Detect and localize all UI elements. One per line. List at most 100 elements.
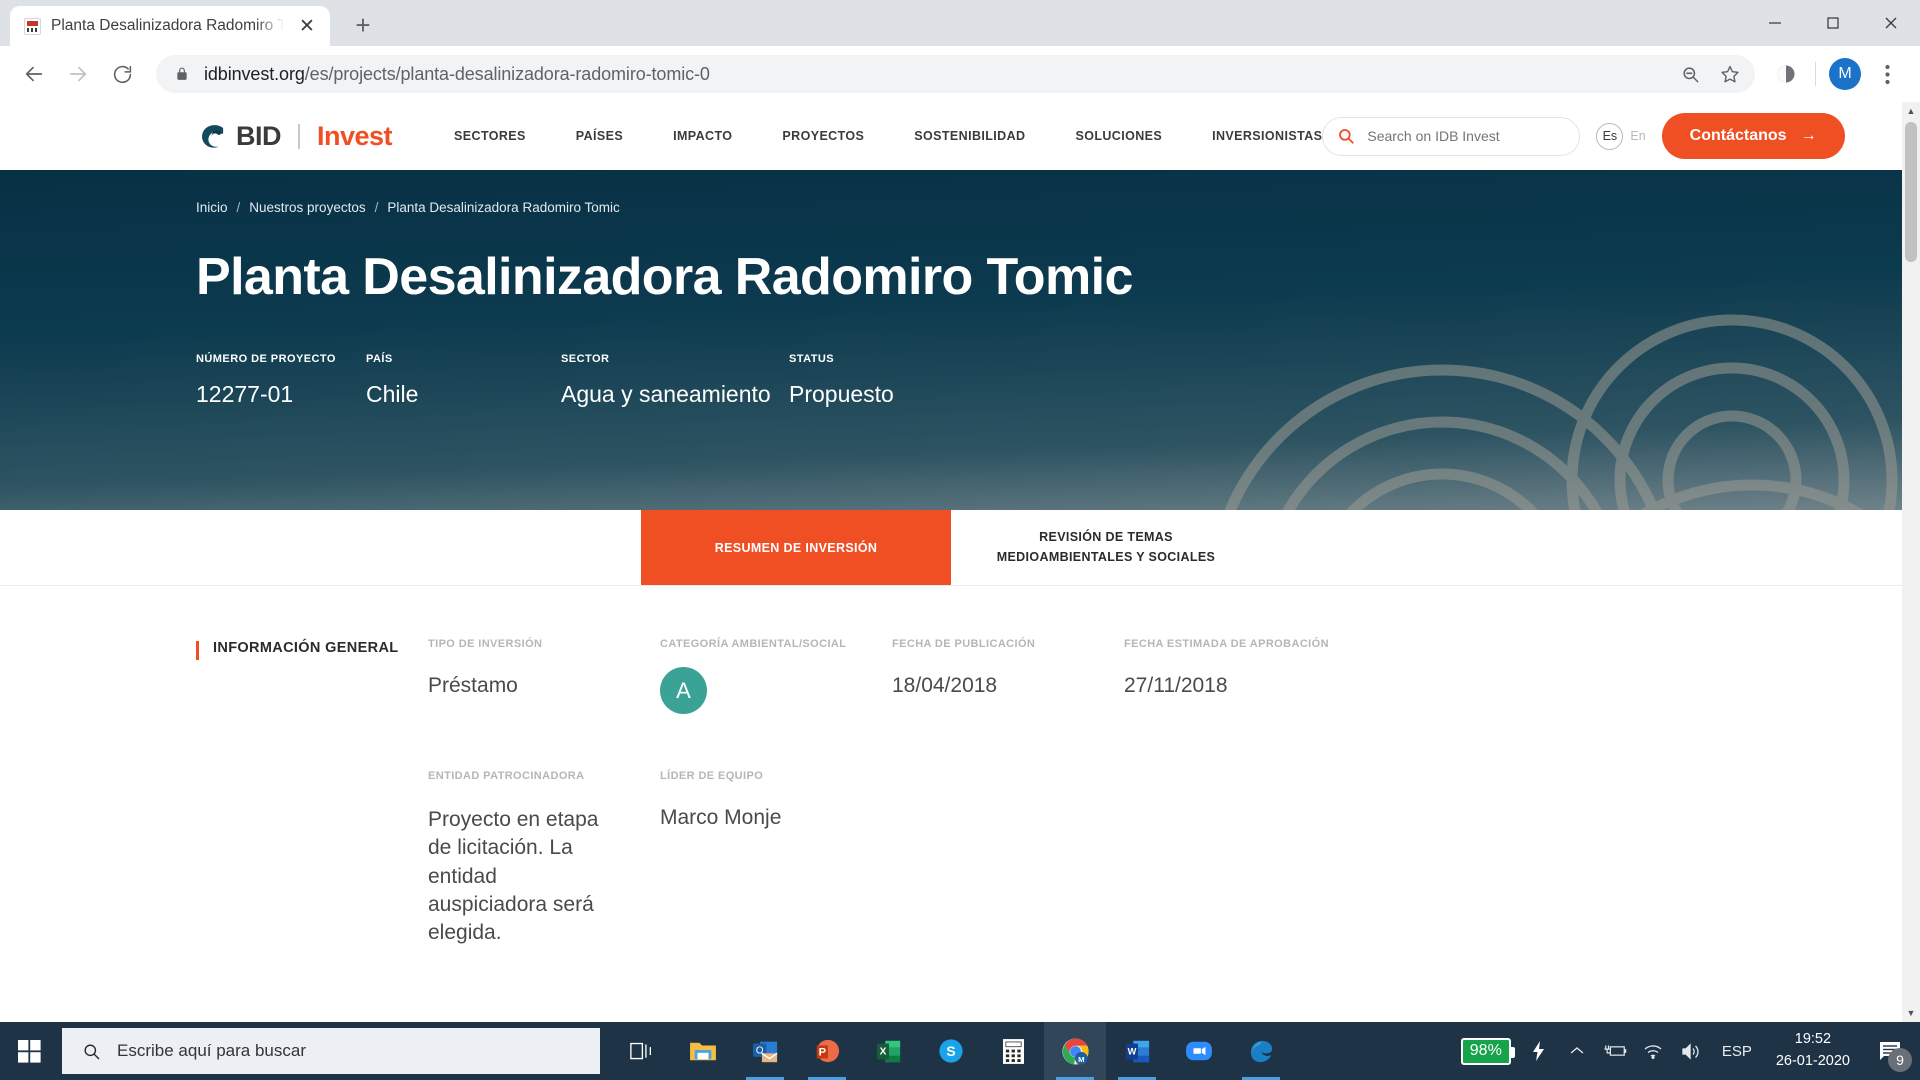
- field-value: Marco Monje: [660, 806, 782, 829]
- scrollbar-thumb[interactable]: [1905, 122, 1917, 262]
- meta-label: PAÍS: [366, 353, 393, 365]
- address-bar[interactable]: idbinvest.org/es/projects/planta-desalin…: [156, 55, 1755, 93]
- nav-item-inversionistas[interactable]: INVERSIONISTAS: [1212, 129, 1322, 143]
- project-meta: NÚMERO DE PROYECTO 12277-01 PAÍS Chile S…: [196, 353, 1902, 408]
- nav-item-sectores[interactable]: SECTORES: [454, 129, 526, 143]
- svg-text:M: M: [1078, 1055, 1084, 1064]
- edge-icon[interactable]: [1230, 1022, 1292, 1080]
- chevron-up-icon[interactable]: [1558, 1022, 1596, 1080]
- breadcrumb-separator: /: [236, 200, 241, 215]
- lang-es-button[interactable]: Es: [1596, 122, 1624, 150]
- minimize-icon[interactable]: [1746, 0, 1804, 46]
- field-value: Proyecto en etapa de licitación. La enti…: [428, 808, 599, 945]
- url-domain: idbinvest.org: [204, 63, 305, 84]
- lang-en-button[interactable]: En: [1630, 129, 1645, 143]
- taskbar-search[interactable]: Escribe aquí para buscar: [62, 1028, 600, 1074]
- meta-status: STATUS Propuesto: [789, 353, 894, 408]
- excel-icon[interactable]: X: [858, 1022, 920, 1080]
- breadcrumb-item-nuestros-proyectos[interactable]: Nuestros proyectos: [249, 200, 365, 215]
- maximize-icon[interactable]: [1804, 0, 1862, 46]
- word-icon[interactable]: W: [1106, 1022, 1168, 1080]
- nav-item-soluciones[interactable]: SOLUCIONES: [1075, 129, 1162, 143]
- notification-badge: 9: [1888, 1048, 1912, 1072]
- charging-bolt-icon: [1520, 1022, 1558, 1080]
- page-viewport: BID Invest SECTORES PAÍSES IMPACTO PROYE…: [0, 102, 1920, 1022]
- globe-icon: [196, 121, 227, 152]
- field-lider-de-equipo: LÍDER DE EQUIPO Marco Monje: [660, 770, 892, 948]
- field-label: CATEGORÍA AMBIENTAL/SOCIAL: [660, 638, 847, 650]
- meta-pais: PAÍS Chile: [366, 353, 561, 408]
- page-scrollbar[interactable]: ▲ ▼: [1902, 102, 1920, 1022]
- field-value: Préstamo: [428, 674, 518, 697]
- close-icon[interactable]: [1862, 0, 1920, 46]
- meta-label: SECTOR: [561, 353, 610, 365]
- section-accent-bar: [196, 641, 199, 660]
- browser-toolbar: idbinvest.org/es/projects/planta-desalin…: [0, 46, 1920, 102]
- tab-strip: Planta Desalinizadora Radomiro Tomic ✕ +: [0, 0, 1920, 46]
- zoom-out-icon[interactable]: [1675, 59, 1705, 89]
- search-input[interactable]: [1367, 128, 1566, 144]
- browser-tab[interactable]: Planta Desalinizadora Radomiro Tomic ✕: [10, 6, 330, 46]
- breadcrumb: Inicio / Nuestros proyectos / Planta Des…: [196, 200, 1902, 215]
- reload-icon[interactable]: [102, 54, 142, 94]
- section-header: INFORMACIÓN GENERAL: [196, 638, 428, 948]
- meta-label: STATUS: [789, 353, 835, 365]
- main-navigation: SECTORES PAÍSES IMPACTO PROYECTOS SOSTEN…: [454, 129, 1322, 143]
- three-dot-menu-icon[interactable]: [1868, 55, 1906, 93]
- nav-item-impacto[interactable]: IMPACTO: [673, 129, 732, 143]
- status-badge: A: [660, 667, 707, 714]
- field-row-2: ENTIDAD PATROCINADORA Proyecto en etapa …: [428, 770, 1706, 948]
- contact-button[interactable]: Contáctanos →: [1661, 113, 1845, 159]
- notification-center-button[interactable]: 9: [1862, 1022, 1918, 1080]
- volume-icon[interactable]: [1672, 1022, 1710, 1080]
- avatar[interactable]: M: [1826, 55, 1864, 93]
- hero-content: Inicio / Nuestros proyectos / Planta Des…: [0, 170, 1902, 408]
- profile-circle-icon[interactable]: [1767, 55, 1805, 93]
- chrome-icon[interactable]: M: [1044, 1022, 1106, 1080]
- tab-close-icon[interactable]: ✕: [294, 13, 320, 39]
- field-fecha-de-publicacion: FECHA DE PUBLICACIÓN 18/04/2018: [892, 638, 1124, 714]
- browser-window: Planta Desalinizadora Radomiro Tomic ✕ +: [0, 0, 1920, 1022]
- page-title: Planta Desalinizadora Radomiro Tomic: [196, 248, 1133, 306]
- wifi-icon[interactable]: [1634, 1022, 1672, 1080]
- tab-revision-temas-medioambientales-sociales[interactable]: REVISIÓN DE TEMAS MEDIOAMBIENTALES Y SOC…: [951, 510, 1261, 585]
- scrollbar-track[interactable]: [1902, 120, 1920, 1004]
- tab-resumen-de-inversion[interactable]: RESUMEN DE INVERSIÓN: [641, 510, 951, 585]
- breadcrumb-item-inicio[interactable]: Inicio: [196, 200, 228, 215]
- hero-banner: Inicio / Nuestros proyectos / Planta Des…: [0, 170, 1902, 510]
- battery-indicator[interactable]: 98%: [1460, 1037, 1515, 1065]
- nav-item-paises[interactable]: PAÍSES: [576, 129, 623, 143]
- site-search[interactable]: [1322, 116, 1581, 156]
- site-favicon-icon: [24, 17, 41, 35]
- windows-start-icon[interactable]: [0, 1022, 58, 1080]
- outlook-icon[interactable]: O: [734, 1022, 796, 1080]
- logo-divider: [298, 123, 300, 149]
- scroll-down-icon[interactable]: ▼: [1902, 1004, 1920, 1022]
- new-tab-button[interactable]: +: [344, 6, 382, 44]
- header-actions: Es En Contáctanos →: [1322, 113, 1920, 159]
- clock-time: 19:52: [1794, 1031, 1832, 1048]
- task-view-icon[interactable]: [610, 1022, 672, 1080]
- search-icon: [1337, 127, 1355, 145]
- star-icon[interactable]: [1715, 59, 1745, 89]
- site-logo[interactable]: BID Invest: [196, 120, 393, 152]
- back-arrow-icon[interactable]: [14, 54, 54, 94]
- zoom-icon[interactable]: [1168, 1022, 1230, 1080]
- field-entidad-patrocinadora: ENTIDAD PATROCINADORA Proyecto en etapa …: [428, 770, 660, 948]
- field-label: FECHA DE PUBLICACIÓN: [892, 638, 1036, 650]
- plug-battery-icon[interactable]: [1596, 1022, 1634, 1080]
- skype-icon[interactable]: S: [920, 1022, 982, 1080]
- search-icon: [82, 1042, 101, 1061]
- keyboard-language-indicator[interactable]: ESP: [1710, 1043, 1764, 1060]
- taskbar-clock[interactable]: 19:52 26-01-2020: [1764, 1029, 1862, 1073]
- calculator-icon[interactable]: [982, 1022, 1044, 1080]
- file-explorer-icon[interactable]: [672, 1022, 734, 1080]
- scroll-up-icon[interactable]: ▲: [1902, 102, 1920, 120]
- language-switcher: Es En: [1596, 122, 1646, 150]
- nav-item-sostenibilidad[interactable]: SOSTENIBILIDAD: [914, 129, 1025, 143]
- nav-item-proyectos[interactable]: PROYECTOS: [782, 129, 864, 143]
- system-tray: 98% ESP 19:52 26-01-2020 9: [1460, 1022, 1920, 1080]
- powerpoint-icon[interactable]: P: [796, 1022, 858, 1080]
- logo-bid-text: BID: [236, 120, 282, 151]
- field-row-1: TIPO DE INVERSIÓN Préstamo CATEGORÍA AMB…: [428, 638, 1706, 714]
